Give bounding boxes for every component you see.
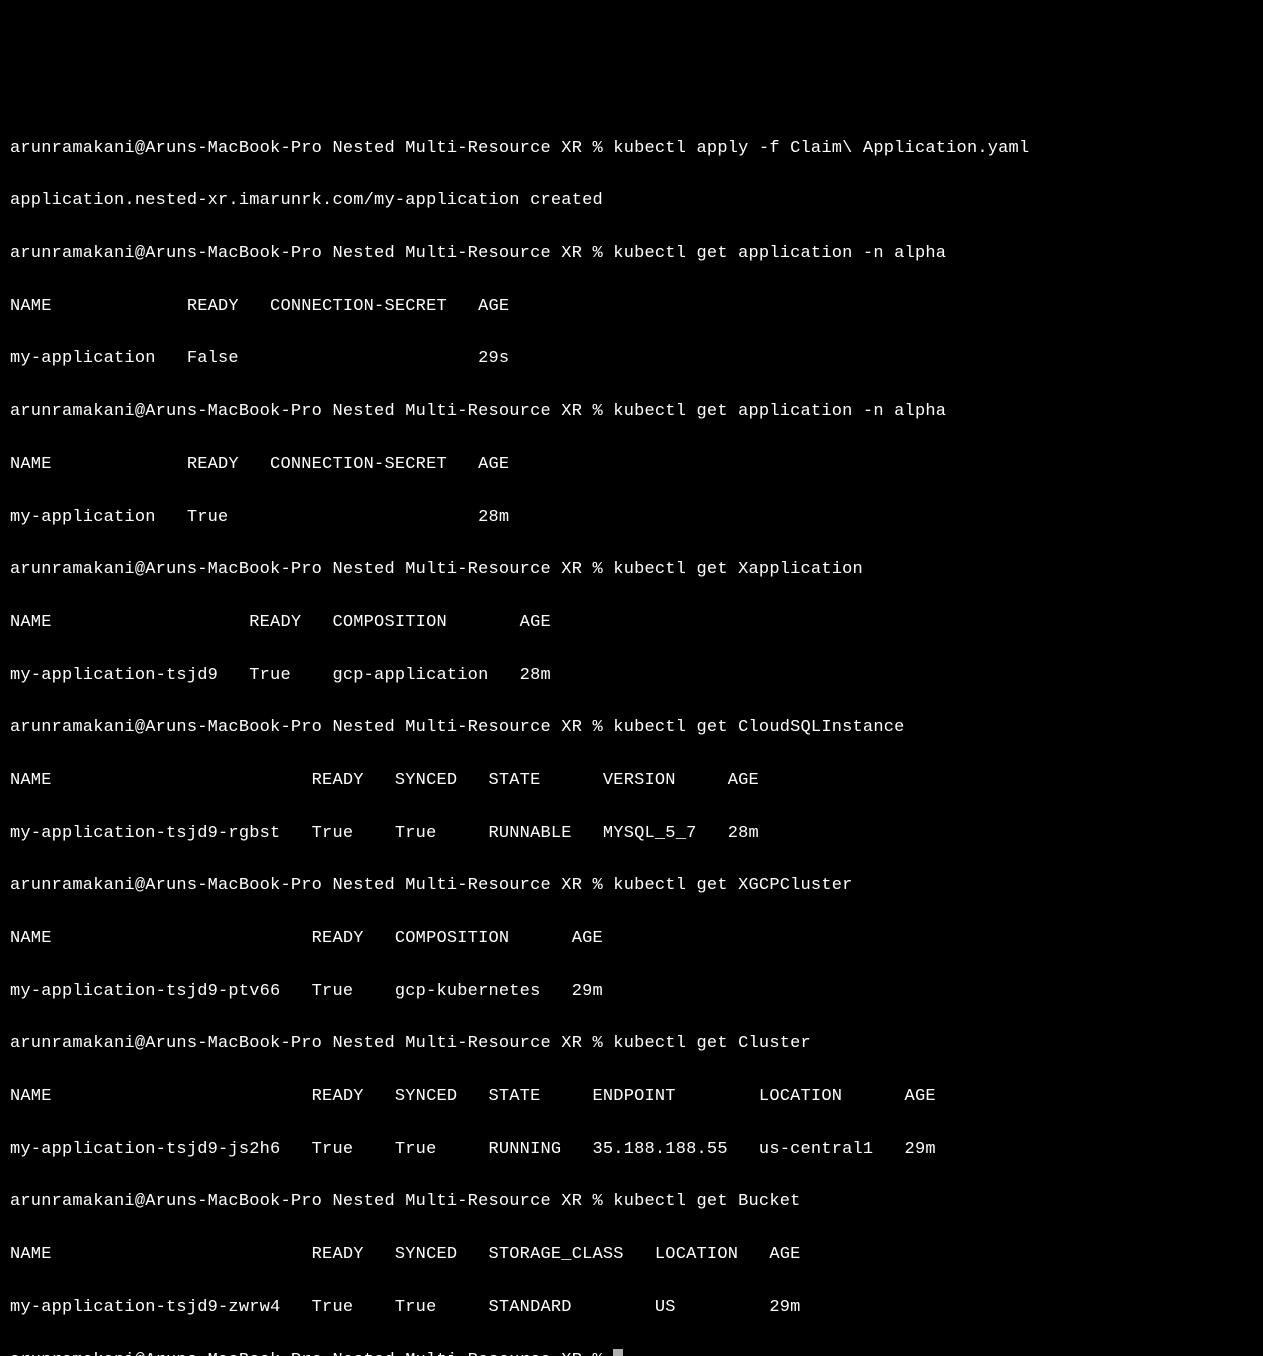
terminal-line-row: my-application-tsjd9-ptv66 True gcp-kube… <box>10 979 1253 1005</box>
terminal-prompt-text: arunramakani@Aruns-MacBook-Pro Nested Mu… <box>10 1351 613 1356</box>
terminal-line-header: NAME READY SYNCED STATE ENDPOINT LOCATIO… <box>10 1084 1253 1110</box>
terminal-line-row: my-application-tsjd9-rgbst True True RUN… <box>10 821 1253 847</box>
terminal-line-command: arunramakani@Aruns-MacBook-Pro Nested Mu… <box>10 1189 1253 1215</box>
terminal-line-header: NAME READY COMPOSITION AGE <box>10 926 1253 952</box>
terminal-line-command: arunramakani@Aruns-MacBook-Pro Nested Mu… <box>10 557 1253 583</box>
terminal-line-command: arunramakani@Aruns-MacBook-Pro Nested Mu… <box>10 241 1253 267</box>
terminal-line-row: my-application False 29s <box>10 346 1253 372</box>
terminal-line-row: my-application-tsjd9-js2h6 True True RUN… <box>10 1137 1253 1163</box>
terminal-line-row: my-application-tsjd9-zwrw4 True True STA… <box>10 1295 1253 1321</box>
terminal-line-header: NAME READY CONNECTION-SECRET AGE <box>10 452 1253 478</box>
terminal-line-header: NAME READY COMPOSITION AGE <box>10 610 1253 636</box>
terminal-line-row: my-application True 28m <box>10 505 1253 531</box>
terminal-line-command: arunramakani@Aruns-MacBook-Pro Nested Mu… <box>10 136 1253 162</box>
terminal-line-header: NAME READY CONNECTION-SECRET AGE <box>10 294 1253 320</box>
terminal-line-command: arunramakani@Aruns-MacBook-Pro Nested Mu… <box>10 1031 1253 1057</box>
terminal-line-header: NAME READY SYNCED STORAGE_CLASS LOCATION… <box>10 1242 1253 1268</box>
terminal-line-command: arunramakani@Aruns-MacBook-Pro Nested Mu… <box>10 399 1253 425</box>
terminal-line-row: my-application-tsjd9 True gcp-applicatio… <box>10 663 1253 689</box>
cursor-icon <box>613 1349 623 1356</box>
terminal-line-output: application.nested-xr.imarunrk.com/my-ap… <box>10 188 1253 214</box>
terminal-line-command: arunramakani@Aruns-MacBook-Pro Nested Mu… <box>10 873 1253 899</box>
terminal-window[interactable]: arunramakani@Aruns-MacBook-Pro Nested Mu… <box>10 109 1253 1356</box>
terminal-line-header: NAME READY SYNCED STATE VERSION AGE <box>10 768 1253 794</box>
terminal-line-prompt-current[interactable]: arunramakani@Aruns-MacBook-Pro Nested Mu… <box>10 1348 1253 1356</box>
terminal-line-command: arunramakani@Aruns-MacBook-Pro Nested Mu… <box>10 715 1253 741</box>
